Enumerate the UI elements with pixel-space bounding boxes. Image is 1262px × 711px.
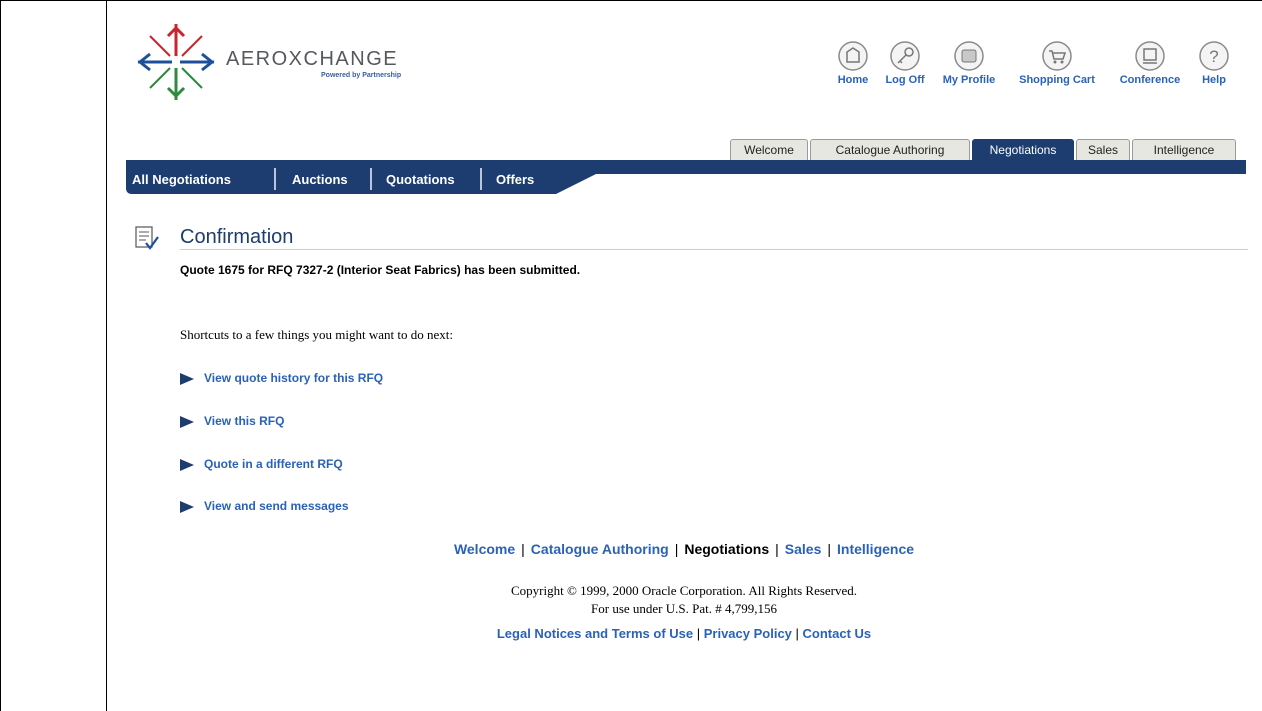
legal-links: Legal Notices and Terms of Use | Privacy… bbox=[0, 626, 1262, 641]
shortcuts-intro: Shortcuts to a few things you might want… bbox=[180, 327, 453, 342]
triangle-arrow-icon bbox=[180, 458, 194, 471]
tab-intelligence[interactable]: Intelligence bbox=[1132, 139, 1236, 160]
help-button[interactable]: ? Help bbox=[1194, 40, 1234, 86]
footer-separator: | bbox=[521, 541, 525, 557]
subnav-auctions[interactable]: Auctions bbox=[292, 172, 348, 187]
home-icon bbox=[838, 41, 868, 71]
shortcut-label: View this RFQ bbox=[204, 414, 285, 428]
shopping-cart-label: Shopping Cart bbox=[1019, 74, 1095, 86]
conference-label: Conference bbox=[1119, 74, 1181, 86]
profile-icon bbox=[954, 41, 984, 71]
document-check-icon bbox=[135, 226, 159, 250]
log-off-button[interactable]: Log Off bbox=[880, 40, 930, 86]
shortcut-label: View and send messages bbox=[204, 499, 349, 513]
subnav-divider bbox=[370, 168, 372, 190]
footer-link-negotiations: Negotiations bbox=[684, 541, 770, 557]
copyright-line: Copyright © 1999, 2000 Oracle Corporatio… bbox=[510, 583, 858, 598]
subnav-offers[interactable]: Offers bbox=[496, 172, 534, 187]
shortcut-label: View quote history for this RFQ bbox=[204, 371, 384, 385]
tab-negotiations[interactable]: Negotiations bbox=[972, 139, 1074, 160]
shortcut-view-quote-history[interactable]: View quote history for this RFQ bbox=[180, 371, 383, 385]
footer-separator: | bbox=[775, 541, 779, 557]
tab-catalogue-authoring[interactable]: Catalogue Authoring bbox=[810, 139, 970, 160]
legal-separator: | bbox=[791, 626, 803, 641]
svg-text:?: ? bbox=[1209, 47, 1218, 66]
log-off-label: Log Off bbox=[885, 74, 925, 86]
contact-us-link[interactable]: Contact Us bbox=[803, 626, 872, 641]
footer-separator: | bbox=[827, 541, 832, 557]
subnav-divider bbox=[274, 168, 276, 190]
shortcut-view-send-messages[interactable]: View and send messages bbox=[180, 499, 349, 513]
shortcut-label: Quote in a different RFQ bbox=[204, 457, 343, 471]
logo-name: AEROXCHANGE bbox=[226, 48, 399, 70]
footer-links: Welcome | Catalogue Authoring | Negotiations… bbox=[0, 541, 1262, 557]
triangle-arrow-icon bbox=[180, 372, 194, 385]
sub-navigation-bar: All Negotiations Auctions Quotations Off… bbox=[126, 160, 1246, 194]
conference-button[interactable]: Conference bbox=[1112, 40, 1188, 86]
logo-tagline: Powered by Partnership bbox=[321, 72, 402, 79]
shortcut-view-rfq[interactable]: View this RFQ bbox=[180, 414, 284, 428]
patent-line: For use under U.S. Pat. # 4,799,156 bbox=[591, 601, 777, 616]
footer-link-intelligence[interactable]: Intelligence bbox=[837, 541, 914, 557]
legal-separator: | bbox=[693, 626, 704, 641]
help-icon: ? bbox=[1199, 41, 1229, 71]
copyright-block: Copyright © 1999, 2000 Oracle Corporatio… bbox=[0, 582, 1262, 618]
aeroxchange-logo[interactable]: AEROXCHANGE Powered by Partnership bbox=[136, 22, 436, 102]
my-profile-button[interactable]: My Profile bbox=[938, 40, 1000, 86]
footer-link-sales[interactable]: Sales bbox=[785, 541, 822, 557]
key-icon bbox=[890, 41, 920, 71]
logo-mark-icon bbox=[137, 24, 215, 100]
shopping-cart-button[interactable]: Shopping Cart bbox=[1012, 40, 1102, 86]
subnav-quotations[interactable]: Quotations bbox=[386, 172, 455, 187]
subnav-divider bbox=[480, 168, 482, 190]
subnav-all-negotiations[interactable]: All Negotiations bbox=[132, 172, 231, 187]
my-profile-label: My Profile bbox=[942, 74, 996, 86]
triangle-arrow-icon bbox=[180, 415, 194, 428]
tab-welcome[interactable]: Welcome bbox=[730, 139, 808, 160]
footer-link-welcome[interactable]: Welcome bbox=[454, 541, 515, 557]
home-label: Home bbox=[837, 74, 869, 86]
cart-icon bbox=[1042, 41, 1072, 71]
footer-separator: | bbox=[674, 541, 679, 557]
privacy-policy-link[interactable]: Privacy Policy bbox=[704, 626, 792, 641]
shortcut-quote-different-rfq[interactable]: Quote in a different RFQ bbox=[180, 457, 343, 471]
triangle-arrow-icon bbox=[180, 500, 194, 513]
home-button[interactable]: Home bbox=[830, 40, 876, 86]
tab-sales[interactable]: Sales bbox=[1076, 139, 1130, 160]
footer-link-catalogue-authoring[interactable]: Catalogue Authoring bbox=[531, 541, 669, 557]
page-title: Confirmation bbox=[180, 226, 294, 248]
legal-notices-link[interactable]: Legal Notices and Terms of Use bbox=[497, 626, 693, 641]
heading-rule bbox=[180, 249, 1248, 250]
frame-top-border bbox=[0, 0, 1262, 1]
help-label: Help bbox=[1202, 74, 1226, 86]
conference-icon bbox=[1135, 41, 1165, 71]
confirmation-message: Quote 1675 for RFQ 7327-2 (Interior Seat… bbox=[180, 263, 581, 277]
